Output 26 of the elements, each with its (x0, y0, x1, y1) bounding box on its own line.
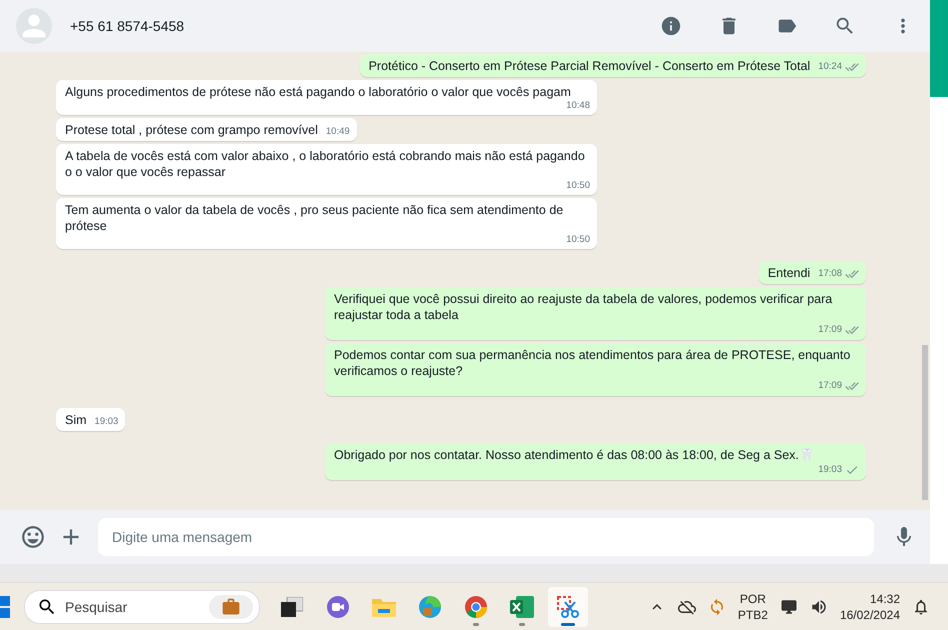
message-text: Alguns procedimentos de prótese não está pagando o laboratório o valor que vocês pagam (65, 84, 571, 100)
message-time: 19:03 (818, 464, 842, 476)
message-time: 10:49 (326, 126, 350, 138)
message-time: 10:50 (566, 180, 590, 192)
message-time: 10:50 (566, 234, 590, 246)
clock[interactable]: 14:32 16/02/2024 (840, 590, 900, 622)
message-text: Podemos contar com sua permanência nos atendimentos para área de PROTESE, enquanto verificamos o reajuste? (334, 347, 852, 379)
message-time: 19:03 (94, 416, 118, 428)
message-text: Verifiquei que você possui direito ao reajuste da tabela de valores, podemos verificar para reajustar toda a tabela (334, 291, 834, 323)
message-text: Protético - Conserto em Prótese Parcial Removível - Conserto em Prótese Total (368, 58, 810, 74)
message-time: 17:09 (818, 324, 842, 336)
message-text: Tem aumenta o valor da tabela de vocês , pro seus paciente não fica sem atendimento de prótese (65, 202, 564, 234)
message-text: Sim (65, 412, 87, 428)
message-input[interactable]: Digite uma mensagem (98, 518, 874, 556)
message-time: 10:24 (818, 61, 842, 73)
message-time: 17:08 (818, 268, 842, 280)
message-text: Entendi (768, 265, 810, 281)
message-time: 17:09 (818, 380, 842, 392)
contact-name[interactable]: +55 61 8574-5458 (70, 18, 624, 34)
message-text: A tabela de vocês está com valor abaixo , o laboratório está cobrando mais não está pagando o o valor que vocês repassar (65, 148, 586, 180)
taskbar-search[interactable]: Pesquisar (24, 590, 260, 624)
language-indicator[interactable]: POR PTB2 (738, 590, 768, 622)
message-time: 10:48 (566, 100, 590, 112)
search-placeholder: Pesquisar (65, 598, 128, 614)
message-text: Protese total , prótese com grampo removível (65, 122, 318, 138)
message-text: Obrigado por nos contatar. Nosso atendimento é das 08:00 às 18:00, de Seg a Sex.🦷 (334, 447, 815, 463)
